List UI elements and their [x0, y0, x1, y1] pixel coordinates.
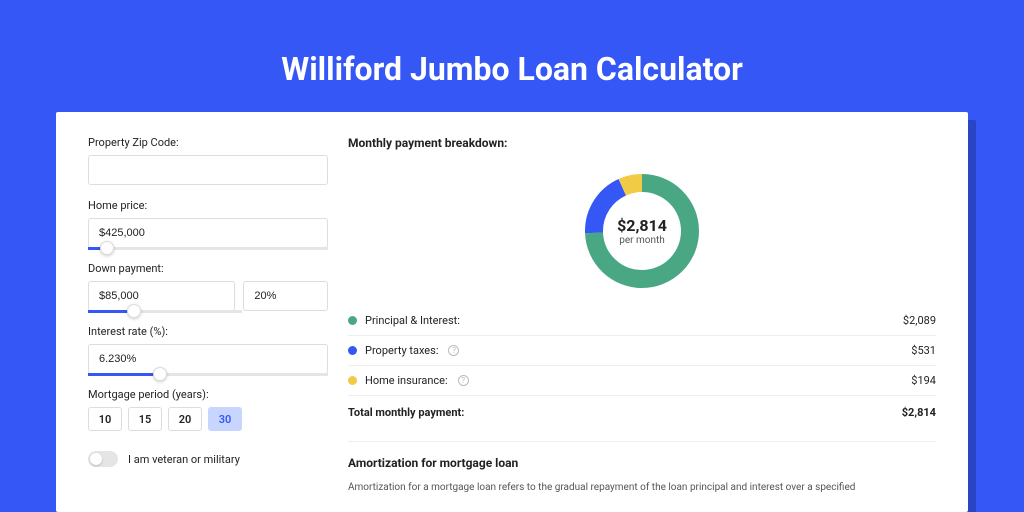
legend-label: Principal & Interest:	[365, 314, 460, 327]
amortization-text: Amortization for a mortgage loan refers …	[348, 480, 936, 495]
field-down: Down payment:	[88, 262, 328, 311]
blue-dot-icon	[348, 346, 357, 355]
amortization-section: Amortization for mortgage loan Amortizat…	[348, 441, 936, 495]
total-value: $2,814	[902, 406, 936, 419]
field-period: Mortgage period (years): 10152030	[88, 388, 328, 431]
form-panel: Property Zip Code: Home price: Down paym…	[88, 136, 328, 512]
legend-row: Home insurance:? $194	[348, 366, 936, 396]
amortization-title: Amortization for mortgage loan	[348, 456, 936, 470]
legend-row: Principal & Interest: $2,089	[348, 306, 936, 336]
breakdown-panel: Monthly payment breakdown: $2,814 per mo…	[348, 136, 936, 512]
price-input[interactable]	[88, 218, 328, 248]
legend-total-row: Total monthly payment: $2,814	[348, 396, 936, 427]
down-label: Down payment:	[88, 262, 328, 275]
field-rate: Interest rate (%):	[88, 325, 328, 374]
calculator-card: Property Zip Code: Home price: Down paym…	[56, 112, 968, 512]
period-btn-30[interactable]: 30	[208, 407, 242, 431]
legend-value: $194	[911, 374, 936, 387]
breakdown-title: Monthly payment breakdown:	[348, 136, 936, 150]
period-btn-20[interactable]: 20	[168, 407, 202, 431]
zip-input[interactable]	[88, 155, 328, 185]
green-dot-icon	[348, 316, 357, 325]
period-label: Mortgage period (years):	[88, 388, 328, 401]
veteran-label: I am veteran or military	[128, 453, 240, 466]
legend-row: Property taxes:? $531	[348, 336, 936, 366]
donut-amount: $2,814	[617, 216, 667, 235]
info-icon[interactable]: ?	[458, 375, 469, 386]
legend-value: $2,089	[903, 314, 936, 327]
legend-label: Property taxes:	[365, 344, 438, 357]
yellow-dot-icon	[348, 376, 357, 385]
period-btn-10[interactable]: 10	[88, 407, 122, 431]
field-zip: Property Zip Code:	[88, 136, 328, 185]
field-price: Home price:	[88, 199, 328, 248]
rate-label: Interest rate (%):	[88, 325, 328, 338]
donut-chart: $2,814 per month	[348, 156, 936, 306]
legend-value: $531	[911, 344, 936, 357]
down-amount-input[interactable]	[88, 281, 235, 311]
period-btn-15[interactable]: 15	[128, 407, 162, 431]
down-pct-input[interactable]	[243, 281, 328, 311]
info-icon[interactable]: ?	[448, 345, 459, 356]
page-title: Williford Jumbo Loan Calculator	[56, 50, 968, 88]
legend: Principal & Interest: $2,089 Property taxe…	[348, 306, 936, 427]
price-label: Home price:	[88, 199, 328, 212]
total-label: Total monthly payment:	[348, 406, 464, 419]
field-veteran: I am veteran or military	[88, 451, 328, 467]
zip-label: Property Zip Code:	[88, 136, 328, 149]
rate-input[interactable]	[88, 344, 328, 374]
donut-sub: per month	[619, 235, 665, 246]
veteran-toggle[interactable]	[88, 451, 118, 467]
legend-label: Home insurance:	[365, 374, 448, 387]
